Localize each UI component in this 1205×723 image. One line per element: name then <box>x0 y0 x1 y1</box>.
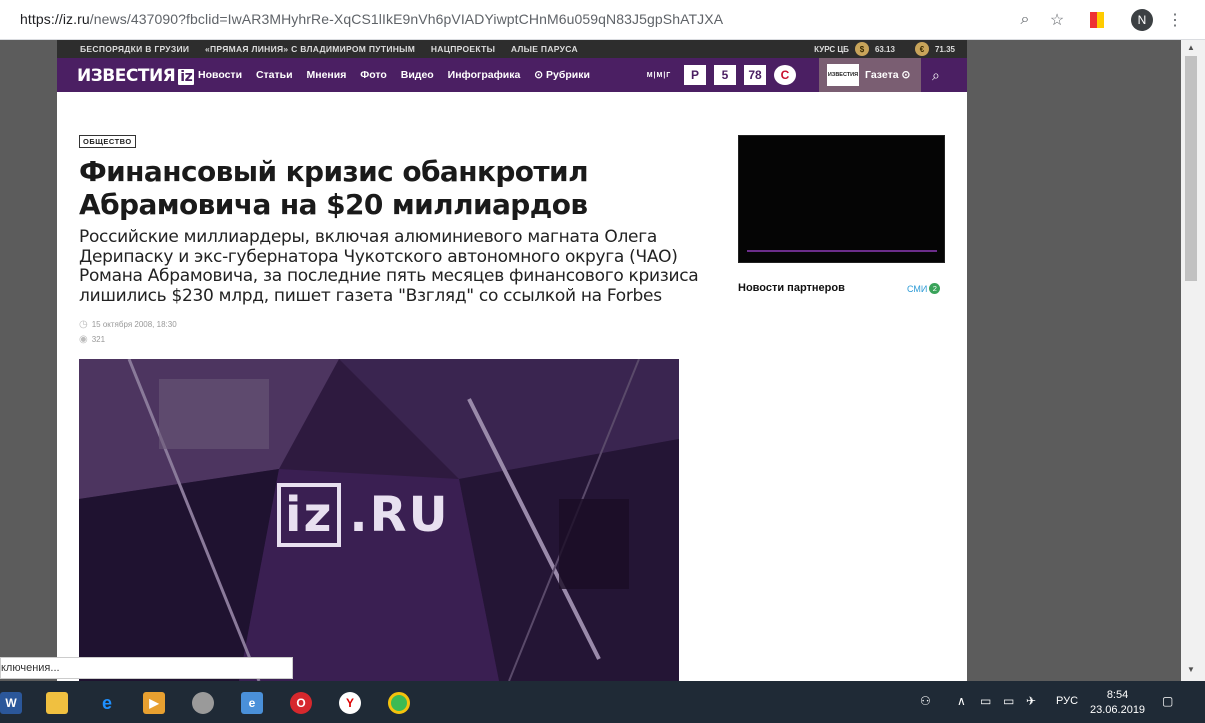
nav-rubrics[interactable]: ⊙ Рубрики <box>534 69 590 81</box>
site-logo[interactable]: ИЗВЕСТИЯ iz <box>77 66 195 86</box>
gazeta-label: Газета ⊙ <box>865 69 911 81</box>
category-badge[interactable]: ОБЩЕСТВО <box>79 135 136 148</box>
yandex-browser-icon[interactable]: Y <box>339 692 361 714</box>
usd-rate: 63.13 <box>874 44 895 54</box>
top-strip: БЕСПОРЯДКИ В ГРУЗИИ «ПРЯМАЯ ЛИНИЯ» С ВЛА… <box>57 40 967 58</box>
zoom-icon[interactable]: ⌕ <box>1014 9 1036 31</box>
channel-5[interactable]: 5 <box>714 65 736 85</box>
channel-c[interactable]: С <box>774 65 796 85</box>
network-icon[interactable]: ▭ <box>1003 694 1014 708</box>
status-bar: ключения... <box>0 657 293 679</box>
people-icon[interactable]: ⚇ <box>920 694 931 708</box>
browser-toolbar: https://iz.ru/news/437090?fbclid=IwAR3MH… <box>0 0 1205 40</box>
hero-logo: iz .RU <box>277 483 450 547</box>
article-views-row: ◉ 321 <box>79 334 105 345</box>
nav-news[interactable]: Новости <box>198 69 242 81</box>
hero-image[interactable]: iz .RU <box>79 359 679 681</box>
profile-avatar[interactable]: N <box>1131 9 1153 31</box>
edge-icon[interactable]: e <box>96 692 118 714</box>
internet-explorer-icon[interactable]: e <box>241 692 263 714</box>
nav-infographics[interactable]: Инфографика <box>448 69 521 81</box>
top-link[interactable]: БЕСПОРЯДКИ В ГРУЗИИ <box>80 44 189 54</box>
channel-78[interactable]: 78 <box>744 65 766 85</box>
nav-video[interactable]: Видео <box>401 69 434 81</box>
clock-time: 8:54 <box>1106 689 1129 701</box>
eye-icon: ◉ <box>79 334 88 345</box>
nav-links: Новости Статьи Мнения Фото Видео Инфогра… <box>198 69 601 81</box>
extension-icon[interactable] <box>1086 9 1108 31</box>
bookmark-star-icon[interactable]: ☆ <box>1046 9 1068 31</box>
nav-opinions[interactable]: Мнения <box>307 69 347 81</box>
main-navbar: ИЗВЕСТИЯ iz Новости Статьи Мнения Фото Ви… <box>57 58 967 92</box>
search-icon[interactable]: ⌕ <box>932 67 940 84</box>
nav-photo[interactable]: Фото <box>360 69 387 81</box>
smi-label: СМИ <box>907 283 928 294</box>
notifications-icon[interactable]: ▢ <box>1162 694 1173 708</box>
hero-logo-text: .RU <box>349 487 450 543</box>
app-circle-icon[interactable] <box>192 692 214 714</box>
airplane-icon[interactable]: ✈ <box>1026 694 1036 708</box>
article-date-row: ◷ 15 октября 2008, 18:30 <box>79 319 177 330</box>
top-link[interactable]: НАЦПРОЕКТЫ <box>431 44 495 54</box>
input-language[interactable]: РУС <box>1056 695 1078 707</box>
top-link[interactable]: «ПРЯМАЯ ЛИНИЯ» С ВЛАДИМИРОМ ПУТИНЫМ <box>205 44 415 54</box>
article-views: 321 <box>91 335 106 344</box>
windows-taskbar: W e ▶ e O Y ⚇ ∧ ▭ ▭ ✈ РУС 8:54 23.06.201… <box>0 681 1205 723</box>
rates-label: КУРС ЦБ <box>814 44 849 54</box>
clock-date: 23.06.2019 <box>1090 704 1146 716</box>
dollar-icon: $ <box>854 42 869 56</box>
scrollbar-thumb[interactable] <box>1185 56 1197 281</box>
video-player[interactable] <box>738 135 945 263</box>
word-icon[interactable]: W <box>0 692 22 714</box>
logo-text: ИЗВЕСТИЯ <box>77 66 176 86</box>
scroll-down-arrow-icon[interactable]: ▼ <box>1187 665 1195 674</box>
url-path: /news/437090?fbclid=IwAR3MHyhrRe-XqCS1lI… <box>89 11 724 27</box>
article-headline: Финансовый кризис обанкротил Абрамовича … <box>79 155 589 221</box>
battery-icon[interactable]: ▭ <box>980 694 991 708</box>
address-bar[interactable]: https://iz.ru/news/437090?fbclid=IwAR3MH… <box>20 11 723 27</box>
page-viewport: БЕСПОРЯДКИ В ГРУЗИИ «ПРЯМАЯ ЛИНИЯ» С ВЛА… <box>0 40 1181 681</box>
url-host: https://iz.ru <box>20 11 90 27</box>
euro-icon: € <box>914 42 929 56</box>
nav-articles[interactable]: Статьи <box>256 69 293 81</box>
system-clock[interactable]: 8:54 23.06.2019 <box>1090 688 1145 718</box>
scroll-up-arrow-icon[interactable]: ▲ <box>1187 43 1195 52</box>
opera-icon[interactable]: O <box>290 692 312 714</box>
chrome-icon[interactable] <box>388 692 410 714</box>
gazeta-button[interactable]: ИЗВЕСТИЯ Газета ⊙ <box>819 58 921 92</box>
top-link[interactable]: АЛЫЕ ПАРУСА <box>511 44 578 54</box>
smi-link[interactable]: СМИ 2 <box>907 283 941 294</box>
gazeta-thumbnail: ИЗВЕСТИЯ <box>827 64 859 86</box>
hero-logo-box: iz <box>277 483 342 547</box>
clock-icon: ◷ <box>79 319 88 330</box>
tv-channels: М|М|Г Р 5 78 С <box>642 65 796 85</box>
smi-count: 2 <box>929 283 941 294</box>
eur-rate: 71.35 <box>934 44 955 54</box>
site-container: БЕСПОРЯДКИ В ГРУЗИИ «ПРЯМАЯ ЛИНИЯ» С ВЛА… <box>57 40 967 681</box>
channel-mmr[interactable]: М|М|Г <box>642 65 676 85</box>
menu-kebab-icon[interactable]: ⋮ <box>1164 9 1186 31</box>
file-explorer-icon[interactable] <box>46 692 68 714</box>
media-player-icon[interactable]: ▶ <box>143 692 165 714</box>
logo-iz-mark: iz <box>178 69 195 85</box>
channel-ren[interactable]: Р <box>684 65 706 85</box>
video-progress-bar[interactable] <box>747 250 937 252</box>
vertical-scrollbar[interactable]: ▲ ▼ <box>1181 40 1205 681</box>
tray-chevron-icon[interactable]: ∧ <box>957 694 966 708</box>
partners-news-heading: Новости партнеров <box>738 282 845 294</box>
article-lead: Российские миллиардеры, включая алюминие… <box>79 227 699 306</box>
top-links: БЕСПОРЯДКИ В ГРУЗИИ «ПРЯМАЯ ЛИНИЯ» С ВЛА… <box>80 44 591 54</box>
currency-rates: КУРС ЦБ $ 63.13 € 71.35 <box>814 42 955 56</box>
article-date: 15 октября 2008, 18:30 <box>91 320 177 329</box>
